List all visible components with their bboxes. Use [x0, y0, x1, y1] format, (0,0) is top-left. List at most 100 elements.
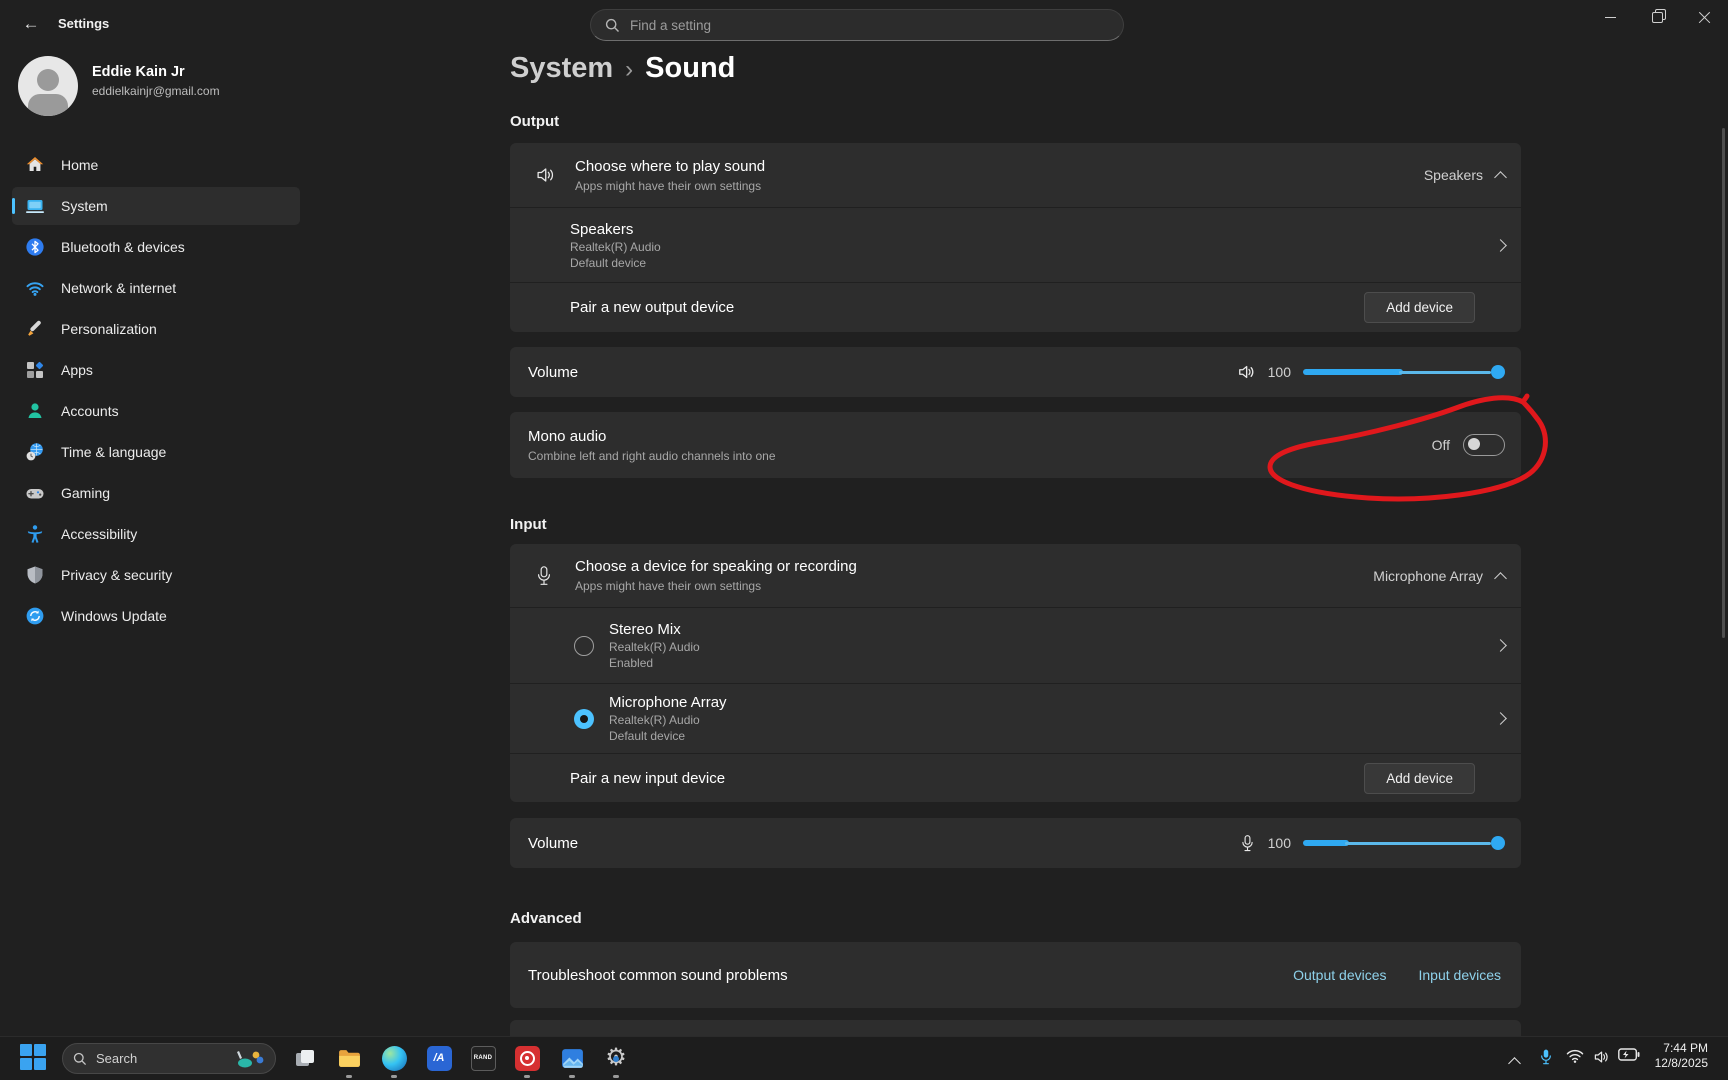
minimize-button[interactable]	[1587, 0, 1633, 34]
network-icon	[25, 278, 45, 298]
sidebar-item-accessibility[interactable]: Accessibility	[12, 515, 300, 553]
radio-selected[interactable]	[574, 709, 594, 729]
troubleshoot-label: Troubleshoot common sound problems	[528, 966, 788, 985]
start-button[interactable]	[20, 1044, 47, 1071]
edge-button[interactable]	[379, 1043, 409, 1073]
input-volume-slider[interactable]	[1303, 833, 1505, 853]
add-input-device-button[interactable]: Add device	[1364, 763, 1475, 794]
sidebar-item-label: Apps	[61, 362, 93, 378]
file-explorer-button[interactable]	[334, 1043, 364, 1073]
sidebar-item-bluetooth[interactable]: Bluetooth & devices	[12, 228, 300, 266]
volume-label: Volume	[528, 363, 578, 382]
tray-time: 7:44 PM	[1655, 1041, 1708, 1056]
taskbar-search-label: Search	[96, 1051, 222, 1066]
photos-button[interactable]	[557, 1043, 587, 1073]
back-button[interactable]: ←	[16, 10, 46, 38]
speaker-icon[interactable]	[1236, 362, 1256, 382]
sidebar-item-label: Windows Update	[61, 608, 167, 624]
sidebar-item-personalization[interactable]: Personalization	[12, 310, 300, 348]
windows-logo-icon	[20, 1044, 32, 1056]
ia-app-icon: /A	[427, 1046, 452, 1071]
section-label-input: Input	[510, 516, 547, 533]
microphone-icon[interactable]	[1239, 834, 1256, 853]
taskbar-search[interactable]: Search	[62, 1043, 276, 1074]
input-device-row-stereo-mix[interactable]: Stereo Mix Realtek(R) Audio Enabled	[510, 608, 1521, 683]
restore-button[interactable]	[1634, 0, 1680, 34]
output-volume-slider[interactable]	[1303, 362, 1505, 382]
input-volume-value: 100	[1268, 835, 1291, 851]
sidebar-item-windows-update[interactable]: Windows Update	[12, 597, 300, 635]
running-indicator	[524, 1075, 530, 1078]
sidebar-item-apps[interactable]: Apps	[12, 351, 300, 389]
tray-volume-button[interactable]	[1592, 1048, 1610, 1066]
tray-clock[interactable]: 7:44 PM 12/8/2025	[1655, 1041, 1708, 1071]
input-devices-link[interactable]: Input devices	[1419, 967, 1502, 983]
device-name: Speakers	[570, 220, 661, 239]
search-highlight-image[interactable]	[231, 1048, 265, 1070]
row-title: Choose a device for speaking or recordin…	[575, 557, 857, 576]
sidebar-item-privacy[interactable]: Privacy & security	[12, 556, 300, 594]
slider-thumb[interactable]	[1491, 365, 1505, 379]
sidebar-item-system[interactable]: System	[12, 187, 300, 225]
minimize-icon	[1605, 17, 1616, 18]
search-input[interactable]: Find a setting	[590, 9, 1124, 41]
ia-app-button[interactable]: /A	[424, 1043, 454, 1073]
running-indicator	[613, 1075, 619, 1078]
app-title: Settings	[58, 16, 109, 31]
settings-gear-icon: ⚙	[603, 1045, 629, 1071]
output-chooser-row[interactable]: Choose where to play sound Apps might ha…	[510, 143, 1521, 207]
personalization-icon	[25, 319, 45, 339]
close-icon	[1698, 11, 1711, 24]
home-icon	[25, 155, 45, 175]
add-output-device-button[interactable]: Add device	[1364, 292, 1475, 323]
sidebar-item-network[interactable]: Network & internet	[12, 269, 300, 307]
tray-microphone-button[interactable]	[1538, 1048, 1554, 1066]
partial-row	[510, 1020, 1521, 1036]
sidebar-item-accounts[interactable]: Accounts	[12, 392, 300, 430]
tray-wifi-button[interactable]	[1566, 1048, 1584, 1064]
breadcrumb-parent[interactable]: System	[510, 52, 613, 85]
scrollbar[interactable]	[1722, 128, 1725, 638]
settings-button[interactable]: ⚙	[601, 1043, 631, 1073]
close-button[interactable]	[1681, 0, 1727, 34]
slider-thumb[interactable]	[1491, 836, 1505, 850]
microphone-in-use-icon	[1538, 1048, 1554, 1066]
sidebar-item-time-language[interactable]: Time & language	[12, 433, 300, 471]
radio-unselected[interactable]	[574, 636, 594, 656]
running-indicator	[346, 1075, 352, 1078]
chevron-up-icon[interactable]	[1494, 572, 1507, 585]
breadcrumb-chevron-icon: ›	[625, 54, 633, 84]
sidebar-item-home[interactable]: Home	[12, 146, 300, 184]
output-devices-link[interactable]: Output devices	[1293, 967, 1386, 983]
user-name: Eddie Kain Jr	[92, 64, 185, 80]
file-explorer-icon	[337, 1046, 362, 1071]
sidebar-item-label: Accounts	[61, 403, 119, 419]
tray-battery-button[interactable]	[1618, 1048, 1640, 1061]
input-volume-row: Volume 100	[510, 818, 1521, 868]
volume-label: Volume	[528, 834, 578, 853]
tray-expand-button[interactable]	[1510, 1054, 1519, 1068]
accounts-icon	[25, 401, 45, 421]
search-icon	[73, 1052, 87, 1066]
task-view-button[interactable]	[290, 1043, 320, 1073]
running-indicator	[391, 1075, 397, 1078]
input-chooser-row[interactable]: Choose a device for speaking or recordin…	[510, 544, 1521, 607]
sidebar-item-gaming[interactable]: Gaming	[12, 474, 300, 512]
mono-audio-row: Mono audio Combine left and right audio …	[510, 412, 1521, 478]
mono-audio-toggle[interactable]	[1463, 434, 1505, 456]
speaker-icon	[534, 164, 556, 186]
target-app-button[interactable]	[512, 1043, 542, 1073]
mono-audio-title: Mono audio	[528, 427, 776, 446]
avatar[interactable]	[18, 56, 78, 116]
restore-icon	[1652, 12, 1663, 23]
rand-app-button[interactable]: RAND	[468, 1043, 498, 1073]
device-status: Enabled	[609, 655, 700, 671]
privacy-icon	[25, 565, 45, 585]
output-device-row-speakers[interactable]: Speakers Realtek(R) Audio Default device	[510, 208, 1521, 282]
time-language-icon	[25, 442, 45, 462]
user-email: eddielkainjr@gmail.com	[92, 84, 220, 98]
input-device-row-microphone-array[interactable]: Microphone Array Realtek(R) Audio Defaul…	[510, 684, 1521, 753]
mono-audio-state: Off	[1432, 437, 1450, 453]
chevron-up-icon[interactable]	[1494, 171, 1507, 184]
page-title: Sound	[645, 52, 735, 85]
